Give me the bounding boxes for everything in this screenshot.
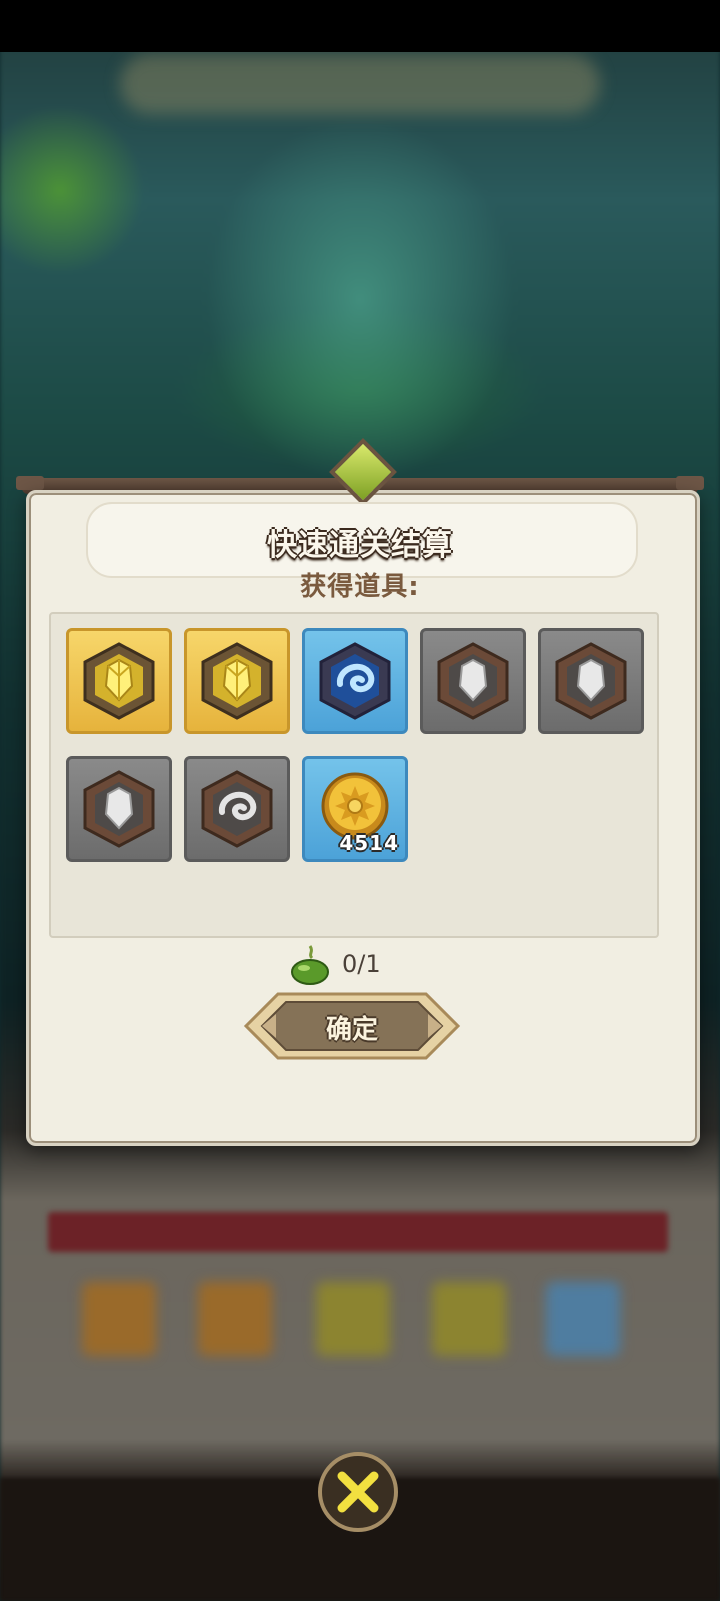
confirm-label: 确定: [325, 1015, 378, 1045]
quick-clear-settlement-dialog: 快速通关结算 获得道具: 4514 0/1 确定: [16, 438, 704, 1160]
silver-crystal-icon: [555, 642, 627, 720]
reward-item[interactable]: [302, 628, 408, 734]
reward-item[interactable]: 4514: [302, 756, 408, 862]
confirm-button[interactable]: 确定: [242, 990, 462, 1062]
close-button[interactable]: [318, 1452, 398, 1532]
item-count: 4514: [339, 831, 399, 855]
background-slot: [546, 1282, 620, 1356]
gold-crystal-icon: [201, 642, 273, 720]
rewards-label: 获得道具:: [300, 572, 420, 602]
reward-item[interactable]: [66, 756, 172, 862]
background-banner: [120, 54, 600, 114]
silver-swirl-icon: [201, 770, 273, 848]
gold-crystal-icon: [83, 642, 155, 720]
silver-crystal-icon: [83, 770, 155, 848]
rewards-panel: 4514: [49, 612, 659, 938]
close-x-icon: [337, 1471, 379, 1513]
reward-item[interactable]: [538, 628, 644, 734]
status-bar: [0, 0, 720, 52]
background-slot: [316, 1282, 390, 1356]
background-slot: [198, 1282, 272, 1356]
reward-item[interactable]: [184, 756, 290, 862]
corner-ornament-left: [16, 476, 44, 490]
background-slot: [82, 1282, 156, 1356]
background-slot: [432, 1282, 506, 1356]
silver-crystal-icon: [437, 642, 509, 720]
stamina-count: 0/1: [342, 950, 381, 978]
reward-item[interactable]: [420, 628, 526, 734]
stamina-indicator: 0/1: [288, 940, 468, 990]
dialog-title: 快速通关结算: [267, 528, 453, 563]
background-red-bar: [48, 1212, 668, 1252]
green-potion-icon: [291, 945, 329, 985]
reward-item[interactable]: [184, 628, 290, 734]
blue-swirl-orb-icon: [319, 642, 391, 720]
corner-ornament-right: [676, 476, 704, 490]
reward-item[interactable]: [66, 628, 172, 734]
